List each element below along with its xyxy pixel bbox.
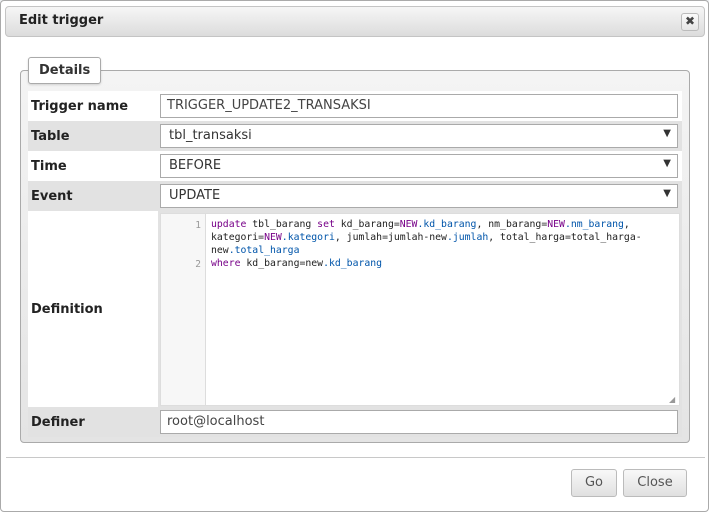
time-select[interactable]: BEFORE ▼ (160, 154, 678, 178)
table-select-value: tbl_transaksi (169, 128, 252, 143)
row-event: Event UPDATE ▼ (28, 181, 682, 211)
definer-input[interactable]: root@localhost (160, 410, 678, 434)
close-icon[interactable]: ✖ (681, 13, 699, 31)
time-label: Time (28, 151, 158, 181)
event-select[interactable]: UPDATE ▼ (160, 184, 678, 208)
trigger-name-cell: TRIGGER_UPDATE2_TRANSAKSI (158, 91, 682, 121)
time-select-value: BEFORE (169, 158, 222, 173)
row-definition: Definition 1 2 update tbl_barang set kd_… (28, 211, 682, 407)
sql-keyword: update (211, 219, 247, 230)
row-table: Table tbl_transaksi ▼ (28, 121, 682, 151)
sql-field: .nm_barang (564, 219, 624, 230)
code-text: , jumlah=jumlah-new (334, 232, 447, 243)
close-button[interactable]: Close (623, 469, 687, 497)
table-label: Table (28, 121, 158, 151)
code-text: , (623, 219, 630, 230)
trigger-name-label: Trigger name (28, 91, 158, 121)
definition-label: Definition (28, 211, 158, 407)
row-definer: Definer root@localhost (28, 407, 682, 437)
definition-cell: 1 2 update tbl_barang set kd_barang=NEW.… (158, 211, 682, 407)
button-pane-divider (6, 457, 705, 458)
line-number: 2 (195, 259, 201, 270)
table-cell: tbl_transaksi ▼ (158, 121, 682, 151)
code-text: , nm_barang= (476, 219, 548, 230)
code-text: new (211, 245, 229, 256)
code-line: update tbl_barang set kd_barang=NEW.kd_b… (211, 218, 676, 231)
resize-grip-icon[interactable]: ◢ (669, 396, 677, 404)
event-cell: UPDATE ▼ (158, 181, 682, 211)
sql-field: .jumlah (446, 232, 489, 243)
dialog-title: Edit trigger (19, 13, 104, 28)
sql-keyword: NEW (264, 232, 282, 243)
sql-field: .total_harga (228, 245, 300, 256)
trigger-name-input[interactable]: TRIGGER_UPDATE2_TRANSAKSI (160, 94, 678, 118)
code-text: kd_barang= (334, 219, 400, 230)
code-text: kd_barang=new (240, 258, 324, 269)
sql-keyword: NEW (547, 219, 565, 230)
line-number-gutter: 1 2 (161, 214, 206, 405)
table-select[interactable]: tbl_transaksi ▼ (160, 124, 678, 148)
sql-field: .kd_barang (417, 219, 477, 230)
sql-keyword: set (317, 219, 335, 230)
sql-field: .kategori (281, 232, 335, 243)
go-button[interactable]: Go (571, 469, 617, 497)
sql-keyword: NEW (399, 219, 418, 230)
chevron-down-icon: ▼ (663, 158, 671, 169)
event-label: Event (28, 181, 158, 211)
code-line: kategori=NEW.kategori, jumlah=jumlah-new… (211, 231, 676, 244)
chevron-down-icon: ▼ (663, 188, 671, 199)
sql-field: .kd_barang (323, 258, 383, 269)
line-number: 1 (195, 220, 201, 231)
dialog-titlebar[interactable]: Edit trigger ✖ (5, 6, 705, 37)
time-cell: BEFORE ▼ (158, 151, 682, 181)
code-line: new.total_harga (211, 244, 676, 257)
event-select-value: UPDATE (169, 188, 221, 203)
code-text[interactable]: update tbl_barang set kd_barang=NEW.kd_b… (211, 218, 676, 270)
code-line: where kd_barang=new.kd_barang (211, 257, 676, 270)
definer-label: Definer (28, 407, 158, 437)
code-text: kategori= (211, 232, 265, 243)
row-trigger-name: Trigger name TRIGGER_UPDATE2_TRANSAKSI (28, 91, 682, 121)
chevron-down-icon: ▼ (663, 128, 671, 139)
definition-code-editor[interactable]: 1 2 update tbl_barang set kd_barang=NEW.… (160, 213, 680, 406)
row-time: Time BEFORE ▼ (28, 151, 682, 181)
code-text: , total_harga=total_harga- (488, 232, 642, 243)
definer-cell: root@localhost (158, 407, 682, 437)
sql-keyword: where (211, 258, 241, 269)
edit-trigger-dialog: Edit trigger ✖ Details Trigger name TRIG… (0, 0, 709, 512)
code-text: tbl_barang (246, 219, 318, 230)
details-legend: Details (28, 57, 102, 84)
